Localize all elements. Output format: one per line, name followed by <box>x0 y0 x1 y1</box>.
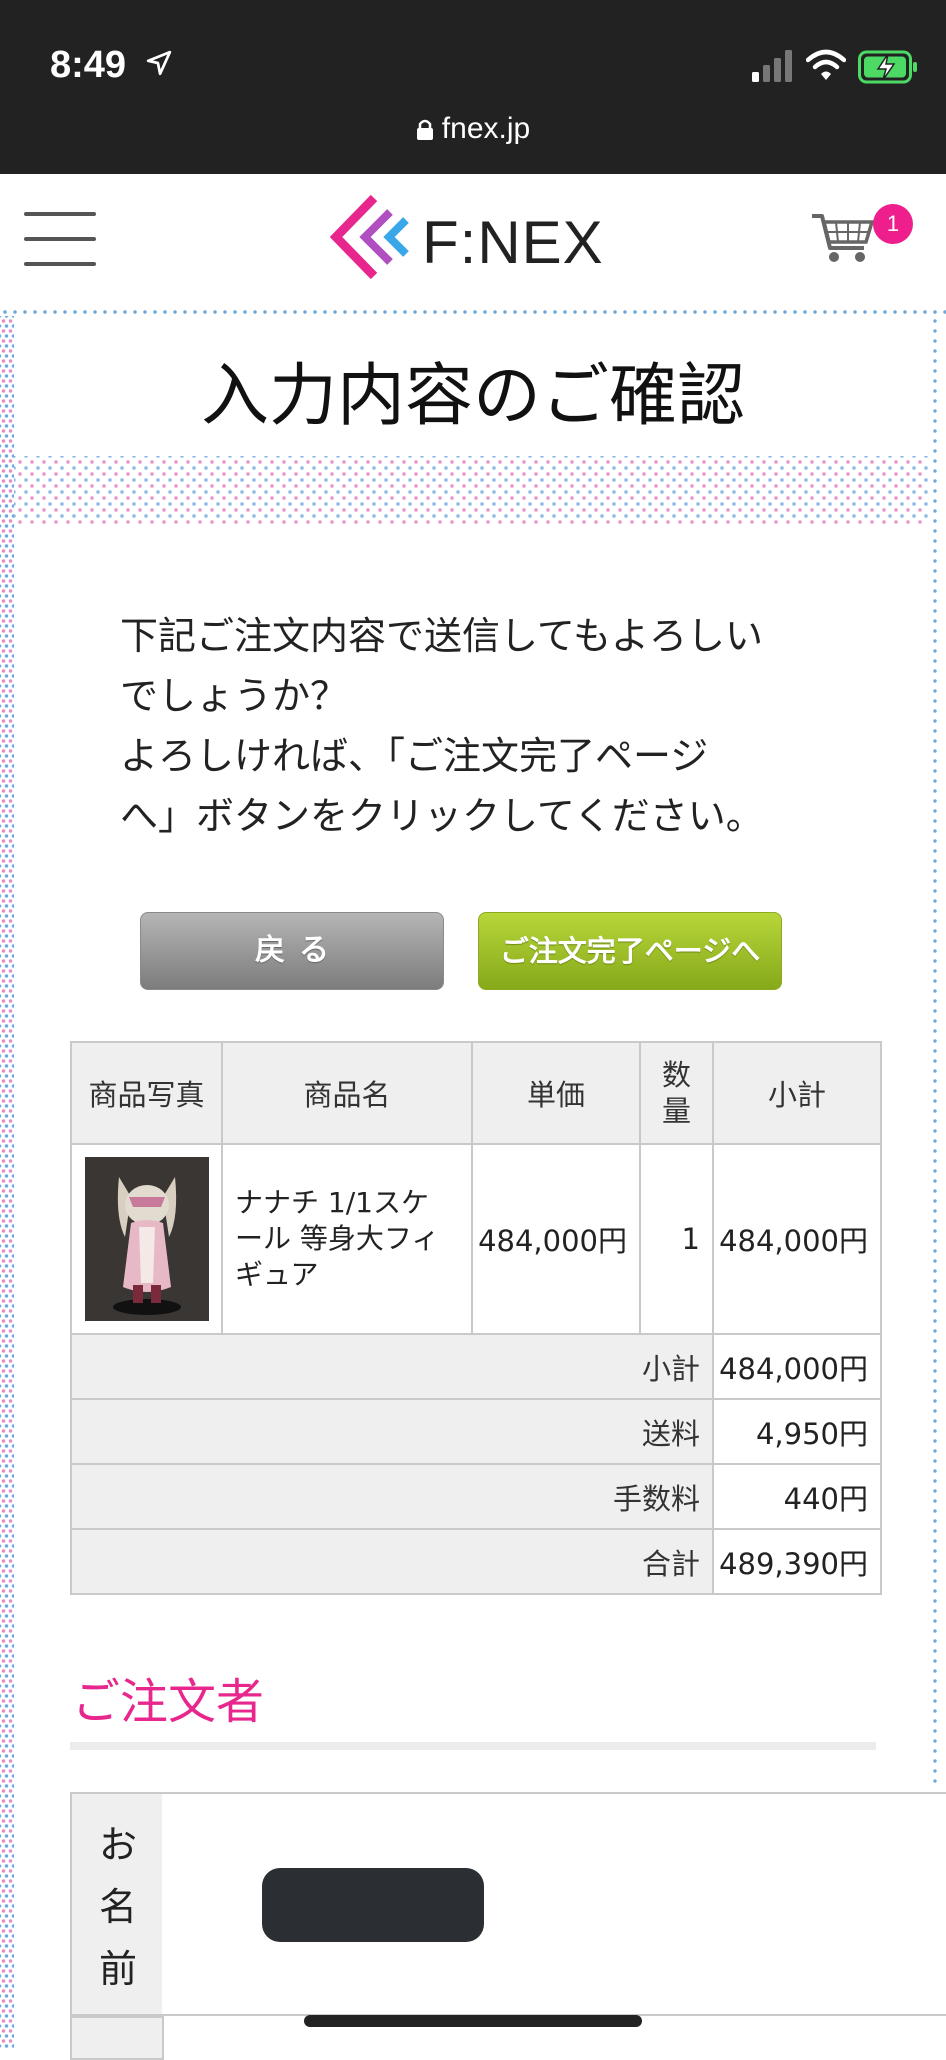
header-quantity: 数 量 <box>639 1041 714 1145</box>
name-label: お 名 前 <box>98 1814 138 2000</box>
product-name-cell: ナナチ 1/1スケ ール 等身大フィ ギュア <box>221 1143 473 1335</box>
site-logo[interactable]: F:NEX <box>330 194 630 280</box>
cellular-signal-icon <box>752 50 792 82</box>
table-row: ナナチ 1/1スケ ール 等身大フィ ギュア 484,000円 1 484,00… <box>70 1143 882 1335</box>
complete-order-button[interactable]: ご注文完了ページへ <box>478 912 782 990</box>
orderer-section-title: ご注文者 <box>72 1674 265 1730</box>
summary-label: 送料 <box>70 1398 714 1465</box>
summary-row-total: 合計 489,390円 <box>70 1528 882 1595</box>
site-header: F:NEX <box>0 174 946 304</box>
message-line: 下記ご注文内容で送信してもよろしい <box>120 614 763 658</box>
message-line: でしょうか？ <box>120 674 349 718</box>
header-quantity-line: 数 <box>661 1058 691 1092</box>
summary-label: 手数料 <box>70 1463 714 1530</box>
summary-row-subtotal: 小計 484,000円 <box>70 1333 882 1400</box>
product-name-line: ギュア <box>235 1258 319 1291</box>
dotted-border-left <box>0 316 14 2048</box>
dotted-divider <box>14 456 930 526</box>
name-label-char: 名 <box>98 1885 137 1929</box>
name-label-char: お <box>98 1823 137 1867</box>
product-photo-cell <box>70 1143 223 1335</box>
product-name-line: ール 等身大フィ <box>235 1222 440 1255</box>
product-figure-image[interactable] <box>84 1157 209 1321</box>
table-header-row: 商品写真 商品名 単価 数 量 小計 <box>70 1041 882 1145</box>
product-unit-price: 484,000円 <box>471 1143 641 1335</box>
confirmation-message: 下記ご注文内容で送信してもよろしい でしょうか？ よろしければ、「ご注文完了ペー… <box>120 606 840 846</box>
location-arrow-icon <box>146 50 172 76</box>
dotted-border-top <box>0 308 946 316</box>
dotted-border-right <box>930 316 940 1786</box>
summary-label: 小計 <box>70 1333 714 1400</box>
page-title: 入力内容のご確認 <box>200 357 745 436</box>
name-label-char: 前 <box>98 1947 137 1991</box>
logo-text: F:NEX <box>422 209 604 276</box>
header-subtotal: 小計 <box>712 1041 882 1145</box>
summary-row-fee: 手数料 440円 <box>70 1463 882 1530</box>
home-indicator[interactable] <box>304 2015 642 2027</box>
header-quantity-line: 量 <box>661 1094 691 1128</box>
summary-value: 484,000円 <box>712 1333 882 1400</box>
back-button[interactable]: 戻る <box>140 912 444 990</box>
next-label-cell <box>70 2016 164 2060</box>
product-subtotal: 484,000円 <box>712 1143 882 1335</box>
redacted-name <box>262 1868 484 1942</box>
section-divider <box>70 1742 876 1750</box>
cart-icon[interactable] <box>810 210 876 266</box>
logo-chevron-icon <box>330 194 409 280</box>
url-bar[interactable]: fnex.jp <box>0 112 946 146</box>
summary-value: 4,950円 <box>712 1398 882 1465</box>
header-photo: 商品写真 <box>70 1041 223 1145</box>
message-line: よろしければ、「ご注文完了ページ <box>120 734 709 778</box>
summary-row-shipping: 送料 4,950円 <box>70 1398 882 1465</box>
header-unit-price: 単価 <box>471 1041 641 1145</box>
wifi-icon <box>806 49 846 80</box>
summary-label: 合計 <box>70 1528 714 1595</box>
status-bar: 8:49 fnex.jp <box>0 0 946 174</box>
lock-icon <box>416 119 433 140</box>
status-time: 8:49 <box>50 44 127 86</box>
url-text: fnex.jp <box>441 112 531 145</box>
name-label-cell: お 名 前 <box>70 1792 164 2016</box>
menu-icon[interactable] <box>24 212 96 266</box>
product-name-line: ナナチ 1/1スケ <box>235 1186 429 1219</box>
message-line: へ」ボタンをクリックしてください。 <box>120 794 764 838</box>
header-product-name: 商品名 <box>221 1041 473 1145</box>
battery-charging-icon <box>858 50 917 84</box>
order-table: 商品写真 商品名 単価 数 量 小計 ナナチ 1/1スケ ール 等身大フィ ギュ… <box>70 1041 882 1595</box>
orderer-table: お 名 前 <box>70 1792 946 2060</box>
summary-value: 489,390円 <box>712 1528 882 1595</box>
name-value-cell <box>162 1792 946 2016</box>
cart-count-badge: 1 <box>873 204 913 244</box>
summary-value: 440円 <box>712 1463 882 1530</box>
product-quantity: 1 <box>639 1143 714 1335</box>
